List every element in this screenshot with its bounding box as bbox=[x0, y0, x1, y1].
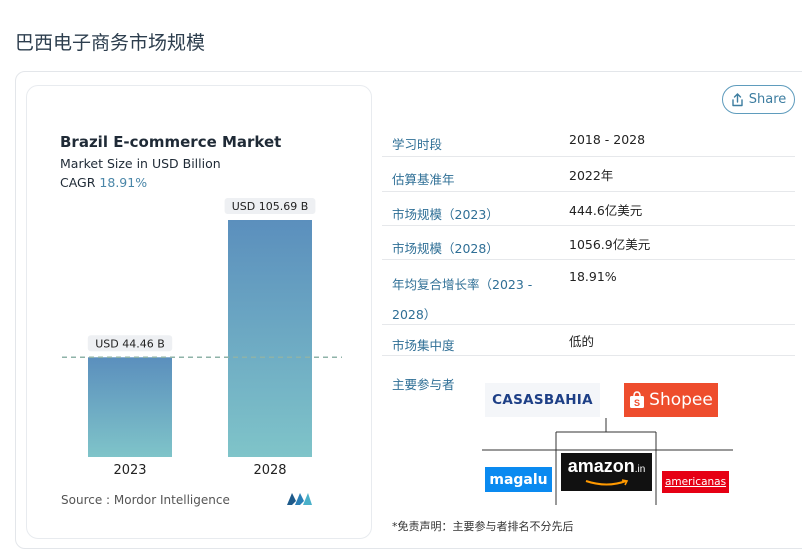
magalu-logo: magalu bbox=[485, 467, 552, 492]
casas-bahia-text: CASASBAHIA bbox=[492, 392, 593, 408]
americanas-text: americanas bbox=[664, 476, 727, 488]
shopee-text: Shopee bbox=[649, 390, 713, 410]
shopee-bag-icon: S bbox=[630, 391, 645, 408]
amazon-suffix: .in bbox=[634, 464, 646, 475]
amazon-logo: amazon.in bbox=[561, 453, 652, 491]
players-grid bbox=[482, 418, 733, 505]
svg-text:S: S bbox=[634, 398, 640, 408]
casas-bahia-logo: CASASBAHIA bbox=[485, 383, 600, 417]
amazon-text: amazon bbox=[567, 456, 635, 476]
magalu-text: magalu bbox=[489, 471, 548, 488]
americanas-logo: americanas bbox=[662, 471, 729, 493]
shopee-logo: S Shopee bbox=[624, 383, 718, 417]
disclaimer: *免责声明：主要参与者排名不分先后 bbox=[392, 520, 574, 533]
amazon-wordmark: amazon.in bbox=[568, 457, 646, 479]
amazon-smile-icon bbox=[585, 479, 628, 486]
